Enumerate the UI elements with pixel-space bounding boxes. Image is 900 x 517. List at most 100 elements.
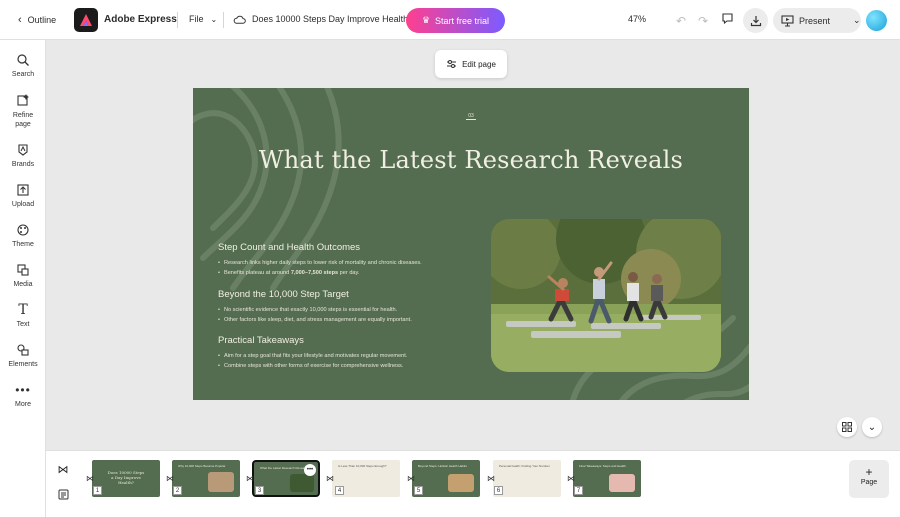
- divider: [177, 12, 178, 28]
- present-icon: [781, 14, 794, 27]
- top-bar: ‹ Outline Adobe Express File ⌄ Does 1000…: [0, 0, 900, 40]
- rail-label: Theme: [12, 241, 34, 248]
- app-window: ‹ Outline Adobe Express File ⌄ Does 1000…: [0, 0, 900, 517]
- notes-icon[interactable]: [55, 486, 71, 502]
- file-label: File: [189, 14, 204, 24]
- transition-icon[interactable]: ⋈: [246, 474, 254, 483]
- rail-label: Media: [13, 281, 33, 288]
- refine-icon: [17, 94, 29, 106]
- yoga-group-photo[interactable]: [491, 219, 721, 372]
- outline-label: Outline: [27, 15, 57, 25]
- page-number: 4: [335, 486, 344, 495]
- undo-icon[interactable]: ↶: [676, 14, 686, 28]
- upload-icon: [17, 184, 29, 196]
- section-heading: Practical Takeaways: [218, 335, 304, 346]
- page-thumbnail-1[interactable]: Does 10000 Steps a Day Improve Health?: [92, 460, 160, 497]
- page-number: 3: [255, 486, 264, 495]
- transition-icon[interactable]: ⋈: [326, 474, 334, 483]
- rail-item-more[interactable]: ••• More: [0, 382, 46, 408]
- user-avatar[interactable]: [866, 10, 887, 31]
- thumb-title: Personal health: Finding Your Number: [499, 464, 550, 468]
- section-heading: Beyond the 10,000 Step Target: [218, 289, 349, 300]
- rail-label: More: [15, 401, 31, 408]
- transition-icon[interactable]: ⋈: [166, 474, 174, 483]
- thumb-title: Is Less Than 10,000 Steps Enough?: [338, 464, 387, 468]
- page-thumbnail-7[interactable]: Final Takeaways: Steps and Health: [573, 460, 641, 497]
- thumb-title: Beyond Steps: Holistic Health Habits: [418, 464, 467, 468]
- collapse-pages-button[interactable]: ⌄: [862, 417, 882, 437]
- rail-item-brands[interactable]: Brands: [0, 142, 46, 168]
- trial-label: Start free trial: [435, 15, 490, 26]
- download-icon: [750, 15, 761, 26]
- chevron-left-icon: ‹: [18, 14, 22, 26]
- rail-label: Refine page: [12, 112, 34, 128]
- document-title[interactable]: Does 10000 Steps Day Improve Health: [233, 14, 408, 24]
- sliders-icon: [447, 60, 457, 68]
- theme-icon: [17, 224, 29, 236]
- rail-item-search[interactable]: Search: [0, 52, 46, 78]
- search-icon: [17, 54, 29, 66]
- rail-item-theme[interactable]: Theme: [0, 222, 46, 248]
- thumb-title: Does 10000 Steps a Day Improve Health?: [107, 470, 145, 485]
- brands-icon: [18, 144, 28, 156]
- transition-icon[interactable]: ⋈: [567, 474, 575, 483]
- outline-button[interactable]: ‹ Outline: [18, 13, 56, 27]
- slide-title[interactable]: What the Latest Research Reveals: [193, 146, 749, 174]
- section-takeaways[interactable]: Practical Takeaways Aim for a step goal …: [218, 335, 407, 371]
- section-step-count[interactable]: Step Count and Health Outcomes Research …: [218, 242, 422, 278]
- add-page-button[interactable]: + Page: [849, 460, 889, 498]
- more-options-icon[interactable]: •••: [304, 464, 316, 476]
- transitions-icon[interactable]: ⋈: [55, 461, 71, 477]
- rail-label: Search: [11, 71, 35, 78]
- more-icon: •••: [15, 383, 31, 397]
- zoom-level[interactable]: 47%: [628, 14, 646, 24]
- media-icon: [17, 264, 29, 276]
- page-number: 5: [414, 486, 423, 495]
- edit-page-button[interactable]: Edit page: [435, 50, 507, 78]
- file-menu[interactable]: File ⌄: [189, 14, 217, 24]
- section-beyond-target[interactable]: Beyond the 10,000 Step Target No scienti…: [218, 289, 412, 325]
- rail-item-refine-page[interactable]: Refine page: [0, 92, 46, 129]
- crown-icon: ♛: [421, 15, 431, 25]
- start-free-trial-button[interactable]: ♛ Start free trial: [406, 8, 505, 33]
- left-rail: Search Refine page Brands Upload Theme M…: [0, 40, 46, 517]
- thumb-title: Final Takeaways: Steps and Health: [579, 464, 626, 468]
- rail-item-text[interactable]: T Text: [0, 302, 46, 328]
- transition-icon[interactable]: ⋈: [487, 474, 495, 483]
- page-number: 6: [494, 486, 503, 495]
- transition-icon[interactable]: ⋈: [86, 474, 94, 483]
- logo-icon: [80, 14, 92, 26]
- divider: [223, 12, 224, 28]
- bullet: Research links higher daily steps to low…: [218, 259, 422, 269]
- brand-name: Adobe Express: [104, 14, 177, 25]
- add-page-label: Page: [860, 479, 878, 486]
- thumb-title: What the Latest Research Reveals: [260, 466, 307, 470]
- chevron-down-icon[interactable]: ⌄: [853, 15, 861, 26]
- bullet: Other factors like sleep, diet, and stre…: [218, 316, 412, 326]
- chevron-down-icon: ⌄: [210, 14, 218, 24]
- rail-label: Text: [16, 321, 30, 328]
- rail-item-elements[interactable]: Elements: [0, 342, 46, 368]
- download-button[interactable]: [743, 8, 768, 33]
- present-button[interactable]: Present ⌄: [773, 8, 861, 33]
- rail-item-media[interactable]: Media: [0, 262, 46, 288]
- bullet: Combine steps with other forms of exerci…: [218, 362, 407, 372]
- page-thumbnail-6[interactable]: Personal health: Finding Your Number: [493, 460, 561, 497]
- rail-label: Upload: [11, 201, 35, 208]
- plus-icon: +: [865, 465, 873, 479]
- adobe-express-logo[interactable]: [74, 8, 98, 32]
- grid-icon: [842, 422, 852, 432]
- grid-view-button[interactable]: [837, 417, 857, 437]
- bullet: No scientific evidence that exactly 10,0…: [218, 306, 412, 316]
- rail-item-upload[interactable]: Upload: [0, 182, 46, 208]
- thumb-title: Why 10,000 Steps Became Popular: [178, 464, 226, 468]
- page-thumbnail-2[interactable]: Why 10,000 Steps Became Popular: [172, 460, 240, 497]
- text-icon: T: [18, 302, 28, 318]
- section-heading: Step Count and Health Outcomes: [218, 242, 361, 253]
- bullet: Benefits plateau at around 7,000–7,500 s…: [218, 269, 422, 279]
- transition-icon[interactable]: ⋈: [407, 474, 415, 483]
- comment-icon[interactable]: [721, 12, 734, 25]
- present-label: Present: [799, 15, 831, 26]
- redo-icon[interactable]: ↷: [698, 14, 708, 28]
- elements-icon: [17, 344, 29, 356]
